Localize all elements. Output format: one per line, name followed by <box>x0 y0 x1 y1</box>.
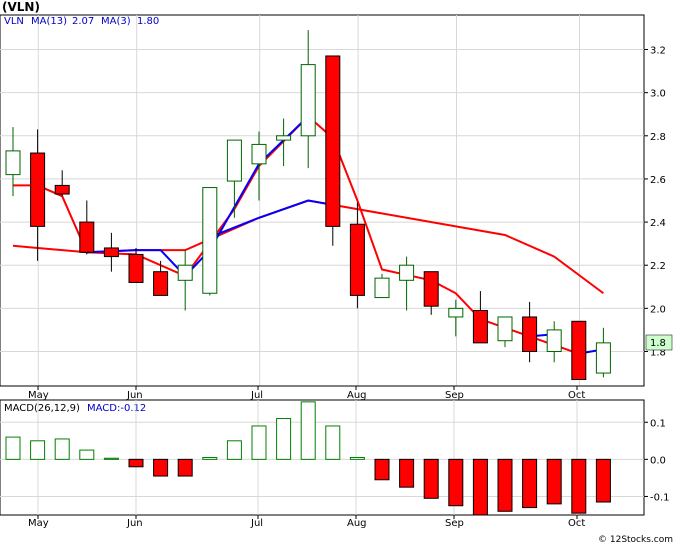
price-y-tick-label: 2.4 <box>650 218 666 229</box>
macd-y-tick-label: -0.1 <box>650 492 670 503</box>
macd-y-tick-label: 0.1 <box>650 418 666 429</box>
macd-panel: MACD(26,12,9) MACD:-0.12 0.1 0.0 -0.1 <box>0 399 670 516</box>
month-label-aug: Aug <box>347 390 367 401</box>
macd-bar <box>5 436 21 460</box>
month-label-jun: Jun <box>126 390 143 401</box>
candle-body <box>103 247 119 258</box>
last-price-label: 1.8 <box>650 338 666 349</box>
candle-body <box>202 187 218 294</box>
macd-month-label-jun: Jun <box>126 518 143 529</box>
candle-body <box>251 143 267 165</box>
macd-bar <box>571 458 587 514</box>
macd-month-label-sep: Sep <box>445 518 464 529</box>
macd-bar <box>226 440 242 460</box>
month-label-may: May <box>28 390 49 401</box>
candle-body <box>472 310 488 344</box>
month-label-jul: Jul <box>250 390 263 401</box>
watermark: © 12Stocks.com <box>598 535 673 545</box>
macd-bar <box>448 458 464 507</box>
month-label-oct: Oct <box>568 390 585 401</box>
macd-bar <box>349 457 365 460</box>
candle-body <box>79 221 95 253</box>
price-x-axis: May Jun Jul Aug Sep Oct <box>0 385 644 401</box>
stock-chart-frame: 1.8 2.0 2.2 2.4 2.6 2.8 3.0 3.2 1.8 (VLN) VLN M… <box>0 0 673 545</box>
macd-month-label-may: May <box>28 518 49 529</box>
price-month-ticks <box>37 386 578 390</box>
candle-body <box>571 320 587 381</box>
candle-body <box>276 135 292 141</box>
candle-body <box>423 271 439 307</box>
macd-bar <box>79 449 95 460</box>
legend-ma13-value: 2.07 <box>72 16 94 27</box>
macd-bar <box>251 425 267 460</box>
legend-ma3-value: 1.80 <box>137 16 159 27</box>
macd-bar <box>177 458 193 477</box>
macd-x-axis: May Jun Jul Aug Sep Oct <box>28 515 585 529</box>
candle-body <box>399 264 415 281</box>
macd-bar <box>30 440 46 460</box>
macd-bar <box>128 458 144 468</box>
macd-label: MACD(26,12,9) <box>4 403 80 414</box>
price-panel: 1.8 2.0 2.2 2.4 2.6 2.8 3.0 3.2 1.8 <box>0 14 673 387</box>
macd-bar <box>202 457 218 460</box>
price-y-tick-label: 3.0 <box>650 89 666 100</box>
macd-bar <box>472 458 488 516</box>
macd-y-axis: 0.1 0.0 -0.1 <box>644 418 670 503</box>
macd-value-label: MACD:-0.12 <box>87 403 146 414</box>
candle-body <box>595 342 611 374</box>
price-y-axis: 1.8 2.0 2.2 2.4 2.6 2.8 3.0 3.2 <box>644 46 666 358</box>
macd-bar <box>153 458 169 477</box>
legend-ma13-label: MA(13) <box>31 16 67 27</box>
candle-body <box>522 316 538 352</box>
macd-bar <box>325 425 341 460</box>
candle-body <box>300 64 316 137</box>
macd-bar <box>595 458 611 503</box>
candle-body <box>153 271 169 296</box>
macd-bar <box>423 458 439 499</box>
candle-body <box>177 264 193 281</box>
candle-body <box>30 152 46 227</box>
price-y-tick-label: 2.6 <box>650 175 666 186</box>
legend-symbol: VLN <box>4 16 24 27</box>
candle-body <box>546 329 562 352</box>
macd-month-ticks <box>37 515 578 519</box>
macd-month-label-jul: Jul <box>250 518 263 529</box>
candle-body <box>448 307 464 318</box>
candle-body <box>325 55 341 227</box>
price-y-tick-label: 3.2 <box>650 46 666 57</box>
price-y-tick-label: 2.8 <box>650 132 666 143</box>
price-y-tick-label: 2.2 <box>650 261 666 272</box>
macd-bar <box>546 458 562 505</box>
macd-bar <box>300 401 316 460</box>
macd-month-label-oct: Oct <box>568 518 585 529</box>
legend-ma3-label: MA(3) <box>101 16 131 27</box>
macd-bar <box>374 458 390 481</box>
price-y-tick-label: 2.0 <box>650 304 666 315</box>
macd-bar <box>276 418 292 460</box>
last-price-marker: 1.8 <box>645 334 673 351</box>
candle-body <box>497 316 513 342</box>
macd-y-tick-label: 0.0 <box>650 455 666 466</box>
macd-bar <box>399 458 415 488</box>
candle-body <box>5 150 21 176</box>
chart-title: (VLN) <box>2 0 40 14</box>
macd-month-label-aug: Aug <box>347 518 367 529</box>
candle-body <box>349 223 365 296</box>
macd-bar <box>497 458 513 512</box>
macd-bar <box>103 457 119 460</box>
candle-body <box>374 277 390 299</box>
candle-body <box>54 184 70 195</box>
candle-body <box>226 139 242 182</box>
candle-body <box>128 253 144 283</box>
macd-bar <box>522 458 538 509</box>
macd-bar <box>54 438 70 460</box>
month-label-sep: Sep <box>445 390 464 401</box>
